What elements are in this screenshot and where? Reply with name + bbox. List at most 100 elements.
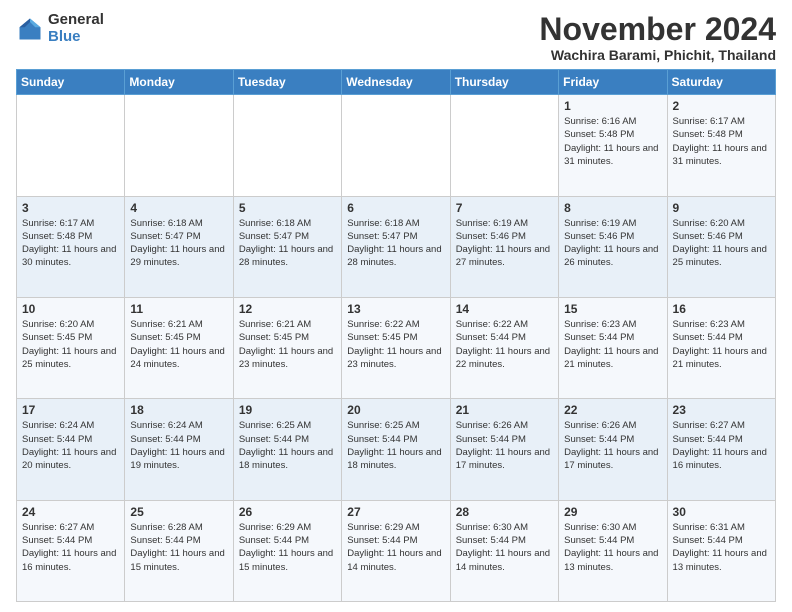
day-info: Sunrise: 6:25 AM Sunset: 5:44 PM Dayligh… bbox=[347, 419, 444, 472]
day-info: Sunrise: 6:19 AM Sunset: 5:46 PM Dayligh… bbox=[564, 217, 661, 270]
day-number: 7 bbox=[456, 201, 553, 215]
day-number: 24 bbox=[22, 505, 119, 519]
day-number: 1 bbox=[564, 99, 661, 113]
logo-blue-text: Blue bbox=[48, 29, 104, 46]
weekday-header-monday: Monday bbox=[125, 70, 233, 95]
day-number: 16 bbox=[673, 302, 770, 316]
day-number: 18 bbox=[130, 403, 227, 417]
day-info: Sunrise: 6:25 AM Sunset: 5:44 PM Dayligh… bbox=[239, 419, 336, 472]
day-info: Sunrise: 6:28 AM Sunset: 5:44 PM Dayligh… bbox=[130, 521, 227, 574]
calendar-table: SundayMondayTuesdayWednesdayThursdayFrid… bbox=[16, 69, 776, 602]
day-info: Sunrise: 6:24 AM Sunset: 5:44 PM Dayligh… bbox=[130, 419, 227, 472]
calendar-cell: 21Sunrise: 6:26 AM Sunset: 5:44 PM Dayli… bbox=[450, 399, 558, 500]
day-number: 17 bbox=[22, 403, 119, 417]
calendar-cell: 25 Sunrise: 6:28 AM Sunset: 5:44 PM Dayli… bbox=[125, 500, 233, 601]
day-number: 2 bbox=[673, 99, 770, 113]
day-number: 3 bbox=[22, 201, 119, 215]
weekday-header-friday: Friday bbox=[559, 70, 667, 95]
day-info: Sunrise: 6:20 AM Sunset: 5:45 PM Dayligh… bbox=[22, 318, 119, 371]
calendar-week-1: 3 Sunrise: 6:17 AM Sunset: 5:48 PM Daylig… bbox=[17, 196, 776, 297]
calendar-cell: 29 Sunrise: 6:30 AM Sunset: 5:44 PM Dayli… bbox=[559, 500, 667, 601]
weekday-header-tuesday: Tuesday bbox=[233, 70, 341, 95]
calendar-cell: 26 Sunrise: 6:29 AM Sunset: 5:44 PM Dayli… bbox=[233, 500, 341, 601]
day-number: 6 bbox=[347, 201, 444, 215]
calendar-cell: 5 Sunrise: 6:18 AM Sunset: 5:47 PM Daylig… bbox=[233, 196, 341, 297]
calendar-cell: 19Sunrise: 6:25 AM Sunset: 5:44 PM Dayli… bbox=[233, 399, 341, 500]
calendar-cell: 16 Sunrise: 6:23 AM Sunset: 5:44 PM Dayli… bbox=[667, 297, 775, 398]
page: General Blue November 2024 Wachira Baram… bbox=[0, 0, 792, 612]
weekday-header-row: SundayMondayTuesdayWednesdayThursdayFrid… bbox=[17, 70, 776, 95]
logo-general-text: General bbox=[48, 12, 104, 29]
day-info: Sunrise: 6:16 AM Sunset: 5:48 PM Dayligh… bbox=[564, 115, 661, 168]
day-info: Sunrise: 6:18 AM Sunset: 5:47 PM Dayligh… bbox=[347, 217, 444, 270]
day-number: 28 bbox=[456, 505, 553, 519]
day-info: Sunrise: 6:31 AM Sunset: 5:44 PM Dayligh… bbox=[673, 521, 770, 574]
day-info: Sunrise: 6:18 AM Sunset: 5:47 PM Dayligh… bbox=[239, 217, 336, 270]
calendar-cell: 30 Sunrise: 6:31 AM Sunset: 5:44 PM Dayli… bbox=[667, 500, 775, 601]
calendar-cell: 13 Sunrise: 6:22 AM Sunset: 5:45 PM Dayli… bbox=[342, 297, 450, 398]
day-info: Sunrise: 6:27 AM Sunset: 5:44 PM Dayligh… bbox=[22, 521, 119, 574]
day-info: Sunrise: 6:23 AM Sunset: 5:44 PM Dayligh… bbox=[673, 318, 770, 371]
calendar-week-0: 1 Sunrise: 6:16 AM Sunset: 5:48 PM Daylig… bbox=[17, 95, 776, 196]
day-number: 10 bbox=[22, 302, 119, 316]
calendar-cell: 9Sunrise: 6:20 AM Sunset: 5:46 PM Daylig… bbox=[667, 196, 775, 297]
day-number: 11 bbox=[130, 302, 227, 316]
day-info: Sunrise: 6:22 AM Sunset: 5:44 PM Dayligh… bbox=[456, 318, 553, 371]
day-info: Sunrise: 6:26 AM Sunset: 5:44 PM Dayligh… bbox=[456, 419, 553, 472]
calendar-cell: 7 Sunrise: 6:19 AM Sunset: 5:46 PM Daylig… bbox=[450, 196, 558, 297]
calendar-cell: 22Sunrise: 6:26 AM Sunset: 5:44 PM Dayli… bbox=[559, 399, 667, 500]
day-number: 27 bbox=[347, 505, 444, 519]
logo-icon bbox=[16, 15, 44, 43]
day-info: Sunrise: 6:18 AM Sunset: 5:47 PM Dayligh… bbox=[130, 217, 227, 270]
day-number: 26 bbox=[239, 505, 336, 519]
calendar-cell: 10 Sunrise: 6:20 AM Sunset: 5:45 PM Dayli… bbox=[17, 297, 125, 398]
day-info: Sunrise: 6:22 AM Sunset: 5:45 PM Dayligh… bbox=[347, 318, 444, 371]
day-number: 13 bbox=[347, 302, 444, 316]
day-number: 8 bbox=[564, 201, 661, 215]
calendar-cell: 2Sunrise: 6:17 AM Sunset: 5:48 PM Daylig… bbox=[667, 95, 775, 196]
day-info: Sunrise: 6:19 AM Sunset: 5:46 PM Dayligh… bbox=[456, 217, 553, 270]
calendar-cell: 12Sunrise: 6:21 AM Sunset: 5:45 PM Dayli… bbox=[233, 297, 341, 398]
calendar-cell: 28 Sunrise: 6:30 AM Sunset: 5:44 PM Dayli… bbox=[450, 500, 558, 601]
location: Wachira Barami, Phichit, Thailand bbox=[539, 47, 776, 63]
calendar-cell bbox=[17, 95, 125, 196]
day-number: 14 bbox=[456, 302, 553, 316]
logo-text: General Blue bbox=[48, 12, 104, 45]
weekday-header-thursday: Thursday bbox=[450, 70, 558, 95]
day-number: 9 bbox=[673, 201, 770, 215]
calendar-cell: 15Sunrise: 6:23 AM Sunset: 5:44 PM Dayli… bbox=[559, 297, 667, 398]
calendar-week-2: 10 Sunrise: 6:20 AM Sunset: 5:45 PM Dayli… bbox=[17, 297, 776, 398]
calendar-cell: 20 Sunrise: 6:25 AM Sunset: 5:44 PM Dayli… bbox=[342, 399, 450, 500]
day-number: 29 bbox=[564, 505, 661, 519]
calendar-cell: 17 Sunrise: 6:24 AM Sunset: 5:44 PM Dayli… bbox=[17, 399, 125, 500]
day-info: Sunrise: 6:27 AM Sunset: 5:44 PM Dayligh… bbox=[673, 419, 770, 472]
calendar-cell bbox=[233, 95, 341, 196]
day-info: Sunrise: 6:17 AM Sunset: 5:48 PM Dayligh… bbox=[22, 217, 119, 270]
day-info: Sunrise: 6:29 AM Sunset: 5:44 PM Dayligh… bbox=[239, 521, 336, 574]
weekday-header-wednesday: Wednesday bbox=[342, 70, 450, 95]
day-number: 30 bbox=[673, 505, 770, 519]
day-info: Sunrise: 6:29 AM Sunset: 5:44 PM Dayligh… bbox=[347, 521, 444, 574]
calendar-week-3: 17 Sunrise: 6:24 AM Sunset: 5:44 PM Dayli… bbox=[17, 399, 776, 500]
month-title: November 2024 bbox=[539, 12, 776, 47]
day-number: 12 bbox=[239, 302, 336, 316]
calendar-cell: 8 Sunrise: 6:19 AM Sunset: 5:46 PM Daylig… bbox=[559, 196, 667, 297]
day-info: Sunrise: 6:26 AM Sunset: 5:44 PM Dayligh… bbox=[564, 419, 661, 472]
weekday-header-saturday: Saturday bbox=[667, 70, 775, 95]
day-number: 20 bbox=[347, 403, 444, 417]
day-info: Sunrise: 6:30 AM Sunset: 5:44 PM Dayligh… bbox=[564, 521, 661, 574]
calendar-cell: 11Sunrise: 6:21 AM Sunset: 5:45 PM Dayli… bbox=[125, 297, 233, 398]
title-area: November 2024 Wachira Barami, Phichit, T… bbox=[539, 12, 776, 63]
day-number: 5 bbox=[239, 201, 336, 215]
day-number: 23 bbox=[673, 403, 770, 417]
logo: General Blue bbox=[16, 12, 104, 45]
day-number: 25 bbox=[130, 505, 227, 519]
calendar-cell bbox=[450, 95, 558, 196]
day-info: Sunrise: 6:30 AM Sunset: 5:44 PM Dayligh… bbox=[456, 521, 553, 574]
day-info: Sunrise: 6:24 AM Sunset: 5:44 PM Dayligh… bbox=[22, 419, 119, 472]
calendar-cell: 6 Sunrise: 6:18 AM Sunset: 5:47 PM Daylig… bbox=[342, 196, 450, 297]
day-number: 4 bbox=[130, 201, 227, 215]
day-number: 15 bbox=[564, 302, 661, 316]
weekday-header-sunday: Sunday bbox=[17, 70, 125, 95]
calendar-week-4: 24 Sunrise: 6:27 AM Sunset: 5:44 PM Dayli… bbox=[17, 500, 776, 601]
